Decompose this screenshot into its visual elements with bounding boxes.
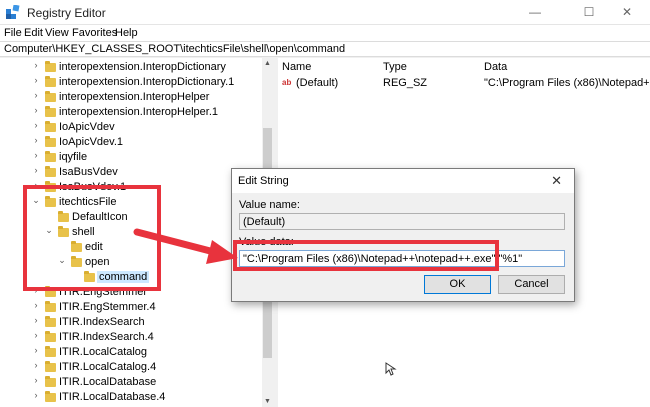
chevron-right-icon[interactable]: ›: [31, 105, 41, 115]
chevron-right-icon[interactable]: ›: [31, 315, 41, 325]
tree-item-label: ITIR.EngStemmer.4: [59, 301, 156, 313]
chevron-right-icon[interactable]: ›: [31, 345, 41, 355]
tree-item-label: ITIR.LocalDatabase: [59, 376, 157, 388]
ok-button[interactable]: OK: [424, 275, 491, 294]
tree-item[interactable]: › ITIR.LocalCatalog: [0, 345, 262, 360]
folder-icon: [45, 121, 56, 132]
scroll-up-arrow[interactable]: ▲: [262, 58, 273, 69]
value-type[interactable]: REG_SZ: [383, 77, 427, 89]
tree-item[interactable]: › ITIR.LocalDatabase: [0, 375, 262, 390]
chevron-right-icon[interactable]: ›: [31, 165, 41, 175]
folder-icon: [45, 61, 56, 72]
window-titlebar: Registry Editor — ☐ ✕: [0, 0, 650, 25]
tree-item-label: iqyfile: [59, 151, 88, 163]
chevron-right-icon[interactable]: ›: [31, 75, 41, 85]
cancel-button[interactable]: Cancel: [498, 275, 565, 294]
tree-item[interactable]: › interopextension.InteropHelper: [0, 90, 262, 105]
dialog-title: Edit String: [238, 175, 289, 187]
tree-item[interactable]: › iqyfile: [0, 150, 262, 165]
address-bar[interactable]: Computer\HKEY_CLASSES_ROOT\itechticsFile…: [0, 41, 650, 57]
menu-bar: File Edit View Favorites Help: [0, 25, 650, 41]
folder-icon: [45, 391, 56, 402]
tree-item-label: ITIR.IndexSearch: [59, 316, 145, 328]
folder-icon: [45, 331, 56, 342]
folder-icon: [45, 106, 56, 117]
menu-edit[interactable]: Edit: [24, 27, 43, 39]
menu-favorites[interactable]: Favorites: [72, 27, 117, 39]
tree-item-label: IoApicVdev.1: [59, 136, 124, 148]
menu-file[interactable]: File: [4, 27, 22, 39]
tree-item[interactable]: › ITIR.LocalCatalog.4: [0, 360, 262, 375]
close-button[interactable]: ✕: [604, 0, 650, 25]
tree-item[interactable]: › IoApicVdev.1: [0, 135, 262, 150]
folder-icon: [45, 166, 56, 177]
tree-item-label: IsaBusVdev: [59, 166, 118, 178]
folder-icon: [45, 151, 56, 162]
highlight-box-tree: [23, 185, 161, 291]
tree-item-label: IoApicVdev: [59, 121, 115, 133]
window-title: Registry Editor: [27, 6, 106, 20]
tree-item-label: ITIR.LocalCatalog: [59, 346, 148, 358]
chevron-right-icon[interactable]: ›: [31, 300, 41, 310]
tree-item[interactable]: › interopextension.InteropDictionary: [0, 60, 262, 75]
folder-icon: [45, 376, 56, 387]
folder-icon: [45, 76, 56, 87]
chevron-right-icon[interactable]: ›: [31, 120, 41, 130]
tree-item-label: ITIR.IndexSearch.4: [59, 331, 154, 343]
tree-item-label: interopextension.InteropDictionary: [59, 61, 226, 73]
tree-item[interactable]: › ITIR.IndexSearch.4: [0, 330, 262, 345]
value-data[interactable]: "C:\Program Files (x86)\Notepad++\: [484, 77, 650, 89]
highlight-box-value: [233, 240, 499, 271]
tree-item-label: interopextension.InteropDictionary.1: [59, 76, 235, 88]
minimize-button[interactable]: —: [512, 0, 558, 25]
tree-item[interactable]: › interopextension.InteropDictionary.1: [0, 75, 262, 90]
column-data[interactable]: Data: [484, 61, 507, 73]
tree-item[interactable]: › interopextension.InteropHelper.1: [0, 105, 262, 120]
tree-item[interactable]: › ITIR.IndexSearch: [0, 315, 262, 330]
tree-item-label: interopextension.InteropHelper.1: [59, 106, 218, 118]
folder-icon: [45, 316, 56, 327]
folder-icon: [45, 136, 56, 147]
registry-editor-icon: [6, 5, 20, 19]
tree-item[interactable]: › ITIR.EngStemmer.4: [0, 300, 262, 315]
tree-item-label: ITIR.LocalCatalog.4: [59, 361, 157, 373]
address-path[interactable]: Computer\HKEY_CLASSES_ROOT\itechticsFile…: [4, 43, 345, 55]
column-type[interactable]: Type: [383, 61, 407, 73]
value-name-label: Value name:: [239, 199, 300, 211]
tree-item-label: ITIR.LocalDatabase.4: [59, 391, 166, 403]
value-name[interactable]: (Default): [296, 77, 338, 89]
menu-view[interactable]: View: [45, 27, 69, 39]
folder-icon: [45, 91, 56, 102]
dialog-titlebar: Edit String ✕: [232, 169, 574, 193]
scroll-down-arrow[interactable]: ▼: [262, 396, 273, 407]
chevron-right-icon[interactable]: ›: [31, 60, 41, 70]
tree-item[interactable]: › IsaBusVdev: [0, 165, 262, 180]
chevron-right-icon[interactable]: ›: [31, 375, 41, 385]
value-name-field: (Default): [239, 213, 565, 230]
tree-item[interactable]: › ITIR.LocalDatabase.4: [0, 390, 262, 405]
folder-icon: [45, 301, 56, 312]
folder-icon: [45, 346, 56, 357]
edit-string-dialog: Edit String ✕ Value name: (Default) Valu…: [231, 168, 575, 302]
tree-item[interactable]: › IoApicVdev: [0, 120, 262, 135]
column-name[interactable]: Name: [282, 61, 311, 73]
folder-icon: [45, 361, 56, 372]
mouse-cursor-icon: [385, 362, 397, 376]
chevron-right-icon[interactable]: ›: [31, 360, 41, 370]
chevron-right-icon[interactable]: ›: [31, 150, 41, 160]
chevron-right-icon[interactable]: ›: [31, 90, 41, 100]
menu-help[interactable]: Help: [115, 27, 138, 39]
chevron-right-icon[interactable]: ›: [31, 390, 41, 400]
chevron-right-icon[interactable]: ›: [31, 135, 41, 145]
chevron-right-icon[interactable]: ›: [31, 330, 41, 340]
string-value-icon: ab: [282, 78, 292, 87]
tree-item-label: interopextension.InteropHelper: [59, 91, 210, 103]
close-icon[interactable]: ✕: [551, 173, 562, 189]
